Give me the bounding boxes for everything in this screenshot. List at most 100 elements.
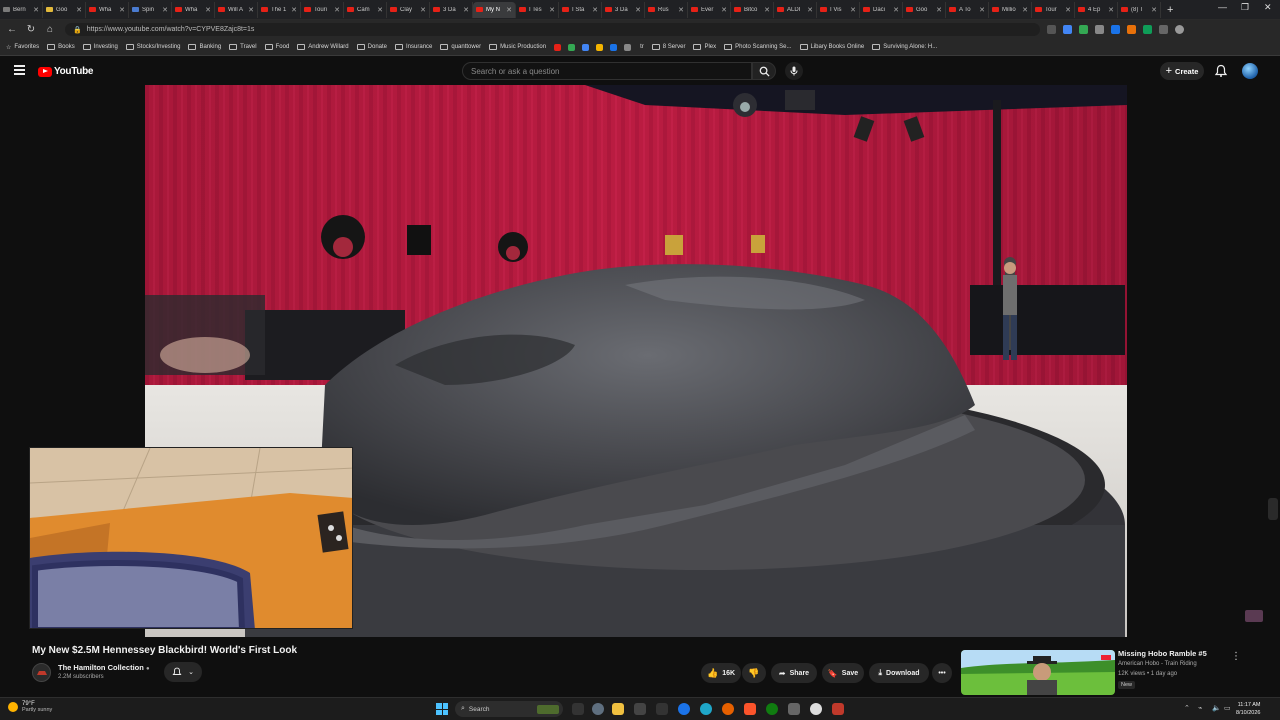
back-icon[interactable]: ← <box>5 23 19 37</box>
recommendation-title[interactable]: Missing Hobo Ramble #5 <box>1118 649 1207 658</box>
account-avatar[interactable] <box>1242 63 1258 79</box>
bookmark-item[interactable]: Libary Books Online <box>799 44 864 50</box>
speaker-icon[interactable]: 🔈 <box>1212 704 1221 713</box>
more-actions-button[interactable]: ••• <box>932 663 952 683</box>
tab-close-icon[interactable]: ✕ <box>291 6 297 14</box>
tab-close-icon[interactable]: ✕ <box>334 6 340 14</box>
browser-tab[interactable]: Bitco ✕ <box>731 1 774 18</box>
browser-tab[interactable]: (8) T ✕ <box>1118 1 1161 18</box>
bookmark-item[interactable]: Food <box>264 44 289 50</box>
bookmark-item[interactable]: Surviving Alone: H... <box>872 44 937 50</box>
tab-close-icon[interactable]: ✕ <box>420 6 426 14</box>
dislike-button[interactable]: 👎 <box>742 663 766 683</box>
create-button[interactable]: + Create <box>1160 62 1204 80</box>
tab-close-icon[interactable]: ✕ <box>936 6 942 14</box>
tab-close-icon[interactable]: ✕ <box>506 6 512 14</box>
bookmark-item[interactable]: Books <box>47 44 75 50</box>
youtube-logo[interactable]: YouTube <box>38 66 94 77</box>
bookmark-item[interactable]: quanttower <box>440 44 481 50</box>
bookmark-item[interactable]: Plex <box>693 44 716 50</box>
browser-tab[interactable]: Ever ✕ <box>688 1 731 18</box>
browser-tab[interactable]: Will A ✕ <box>215 1 258 18</box>
tab-close-icon[interactable]: ✕ <box>721 6 727 14</box>
edge-browser-icon[interactable] <box>700 703 712 715</box>
share-button[interactable]: ➦ Share <box>771 663 817 683</box>
browser-tab[interactable]: 3 Da ✕ <box>430 1 473 18</box>
bookmark-item[interactable]: Andrew Willard <box>297 44 349 50</box>
network-icon[interactable]: ⌁ <box>1198 704 1207 713</box>
firefox-icon[interactable] <box>722 703 734 715</box>
browser-tab[interactable]: A To ✕ <box>946 1 989 18</box>
windows-start-icon[interactable] <box>436 703 448 715</box>
new-tab-icon[interactable]: + <box>1167 4 1173 16</box>
brave-browser-icon[interactable] <box>744 703 756 715</box>
bookmark-item[interactable]: Donate <box>356 44 387 50</box>
browser-tab[interactable]: 4 Ep ✕ <box>1075 1 1118 18</box>
app-icon[interactable] <box>810 703 822 715</box>
bookmark-item[interactable]: Stocks/Investing <box>125 44 180 50</box>
url-field[interactable]: 🔒 https://www.youtube.com/watch?v=CYPVE8… <box>65 23 1040 36</box>
tab-close-icon[interactable]: ✕ <box>893 6 899 14</box>
browser-tab[interactable]: I Vis ✕ <box>817 1 860 18</box>
more-vertical-icon[interactable]: ⋮ <box>1231 651 1241 662</box>
browser-tab[interactable]: 3 Da ✕ <box>602 1 645 18</box>
app-icon[interactable] <box>832 703 844 715</box>
extension-icon[interactable] <box>1111 25 1120 34</box>
sidebar-toggle-icon[interactable] <box>1268 498 1278 520</box>
browser-tab[interactable]: Spin ✕ <box>129 1 172 18</box>
tab-close-icon[interactable]: ✕ <box>1065 6 1071 14</box>
browser-tab[interactable]: Wha ✕ <box>172 1 215 18</box>
bookmark-item[interactable]: Banking <box>188 44 221 50</box>
notifications-bell-icon[interactable] <box>1214 64 1228 78</box>
browser-tab[interactable]: ALDI ✕ <box>774 1 817 18</box>
browser-tab[interactable]: Clay ✕ <box>387 1 430 18</box>
tab-close-icon[interactable]: ✕ <box>1022 6 1028 14</box>
tab-close-icon[interactable]: ✕ <box>463 6 469 14</box>
refresh-icon[interactable]: ↻ <box>24 23 38 37</box>
subscribed-notification-button[interactable]: ⌄ <box>164 662 202 682</box>
search-input[interactable]: Search or ask a question <box>462 62 752 80</box>
like-button[interactable]: 👍 16K <box>701 663 741 683</box>
recommendation-thumbnail[interactable] <box>961 650 1115 695</box>
chevron-up-icon[interactable]: ⌃ <box>1184 704 1193 713</box>
browser-tab[interactable]: My N ✕ <box>473 1 516 18</box>
bookmark-item[interactable]: Travel <box>229 44 257 50</box>
browser-tab[interactable]: Rus ✕ <box>645 1 688 18</box>
tab-close-icon[interactable]: ✕ <box>1151 6 1157 14</box>
bookmark-item[interactable]: tr <box>554 43 644 51</box>
extension-icon[interactable] <box>1143 25 1152 34</box>
browser-tab[interactable]: Millio ✕ <box>989 1 1032 18</box>
tab-close-icon[interactable]: ✕ <box>549 6 555 14</box>
download-button[interactable]: ⤓ Download <box>869 663 929 683</box>
tab-close-icon[interactable]: ✕ <box>635 6 641 14</box>
store-icon[interactable] <box>634 703 646 715</box>
recommendation-channel[interactable]: American Hobo - Train Riding <box>1118 661 1197 667</box>
tab-close-icon[interactable]: ✕ <box>119 6 125 14</box>
tab-close-icon[interactable]: ✕ <box>850 6 856 14</box>
home-icon[interactable]: ⌂ <box>43 23 57 37</box>
tab-close-icon[interactable]: ✕ <box>592 6 598 14</box>
browser-tab[interactable]: Daci ✕ <box>860 1 903 18</box>
restore-icon[interactable]: ❐ <box>1241 2 1249 13</box>
tab-close-icon[interactable]: ✕ <box>205 6 211 14</box>
tab-close-icon[interactable]: ✕ <box>377 6 383 14</box>
extension-icon[interactable] <box>1063 25 1072 34</box>
tab-close-icon[interactable]: ✕ <box>764 6 770 14</box>
extension-icon[interactable] <box>1095 25 1104 34</box>
channel-watermark-icon[interactable] <box>1245 610 1263 622</box>
browser-tab[interactable]: Goo ✕ <box>43 1 86 18</box>
extension-icon[interactable] <box>1159 25 1168 34</box>
file-explorer-icon[interactable] <box>612 703 624 715</box>
tab-close-icon[interactable]: ✕ <box>33 6 39 14</box>
hamburger-menu-icon[interactable] <box>14 65 25 75</box>
tab-close-icon[interactable]: ✕ <box>1108 6 1114 14</box>
system-clock[interactable]: 11:17 AM 8/10/2026 <box>1236 701 1260 717</box>
close-window-icon[interactable]: ✕ <box>1264 2 1272 13</box>
browser-tab[interactable]: I Tes ✕ <box>516 1 559 18</box>
browser-tab[interactable]: I Sta ✕ <box>559 1 602 18</box>
bookmark-item[interactable]: Investing <box>82 44 118 50</box>
browser-tab[interactable]: The 1 ✕ <box>258 1 301 18</box>
extension-icon[interactable] <box>1047 25 1056 34</box>
extension-icon[interactable] <box>1079 25 1088 34</box>
browser-tab[interactable]: Tour ✕ <box>1032 1 1075 18</box>
